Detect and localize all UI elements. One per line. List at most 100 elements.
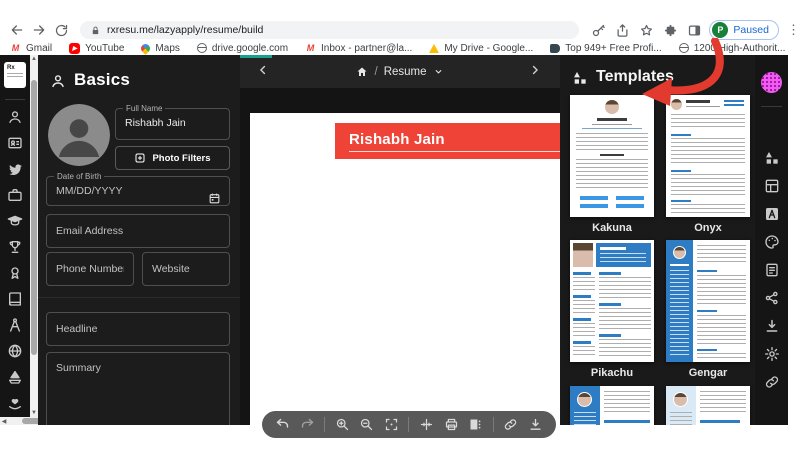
scroll-down-arrow[interactable]: ▼ <box>30 409 38 417</box>
awards-trophy-icon[interactable] <box>7 239 23 255</box>
layouts-grid-icon[interactable] <box>764 178 780 194</box>
banner-underline <box>349 151 560 152</box>
home-icon[interactable] <box>356 66 368 78</box>
bookmark-my-drive[interactable]: My Drive - Google... <box>429 43 533 54</box>
screenshot-root: rxresu.me/lazyapply/resume/build P Pause… <box>0 0 800 449</box>
prev-page-chevron-icon[interactable] <box>256 63 272 79</box>
website-input[interactable] <box>143 263 229 275</box>
full-name-input[interactable] <box>116 116 229 134</box>
photo-filters-button[interactable]: Photo Filters <box>115 146 230 170</box>
profiles-idcard-icon[interactable] <box>7 135 23 151</box>
template-thumbnail-onyx[interactable] <box>666 95 750 217</box>
extensions-puzzle-icon[interactable] <box>661 21 679 39</box>
theme-palette-icon[interactable] <box>764 234 780 250</box>
template-card-partial <box>570 386 654 425</box>
template-thumbnail-pikachu[interactable] <box>570 240 654 362</box>
template-card-onyx: Onyx <box>666 95 750 234</box>
languages-globe-icon[interactable] <box>7 343 23 359</box>
template-thumbnail-kakuna[interactable] <box>570 95 654 217</box>
reload-button[interactable] <box>50 19 72 41</box>
basics-panel: Basics Full Name Photo Filters Date of B… <box>38 55 240 425</box>
headline-field <box>46 312 230 346</box>
publications-book-icon[interactable] <box>7 291 23 307</box>
references-handheart-icon[interactable] <box>7 395 23 411</box>
forward-button[interactable] <box>28 19 50 41</box>
templates-shapes-icon[interactable] <box>764 150 780 166</box>
bookmark-top-free[interactable]: Top 949+ Free Profi... <box>550 43 661 54</box>
breadcrumb-resume[interactable]: Resume <box>384 66 427 78</box>
browser-menu-icon[interactable]: ⋮ <box>787 22 800 38</box>
date-of-birth-input[interactable] <box>47 184 197 202</box>
address-bar[interactable]: rxresu.me/lazyapply/resume/build <box>80 21 579 39</box>
basics-user-icon[interactable] <box>7 109 23 125</box>
center-artboard-icon[interactable] <box>384 417 399 432</box>
undo-icon[interactable] <box>275 417 290 432</box>
zoom-in-icon[interactable] <box>335 417 350 432</box>
copy-link-icon[interactable] <box>503 417 518 432</box>
gmail-icon: M <box>305 43 316 54</box>
app-logo[interactable]: Rx <box>4 62 26 88</box>
skills-compass-icon[interactable] <box>7 317 23 333</box>
print-icon[interactable] <box>444 417 459 432</box>
page-layout-icon[interactable] <box>468 417 483 432</box>
password-key-icon[interactable] <box>589 21 607 39</box>
bookmark-gmail[interactable]: MGmail <box>10 43 52 54</box>
scroll-left-arrow[interactable]: ◀ <box>0 418 8 425</box>
social-twitter-icon[interactable] <box>7 161 23 177</box>
notes-icon[interactable] <box>764 262 780 278</box>
download-icon[interactable] <box>528 417 543 432</box>
headline-input[interactable] <box>47 323 229 335</box>
copy-link-icon[interactable] <box>764 374 780 390</box>
maps-icon <box>140 42 153 55</box>
grid-icon[interactable] <box>419 417 434 432</box>
education-gradcap-icon[interactable] <box>7 213 23 229</box>
chevron-down-icon[interactable] <box>433 66 444 77</box>
side-panel-icon[interactable] <box>685 21 703 39</box>
template-thumbnail-partial[interactable] <box>666 386 750 425</box>
profile-photo-avatar[interactable] <box>48 104 110 166</box>
date-of-birth-label: Date of Birth <box>54 172 104 181</box>
summary-input[interactable] <box>47 353 229 407</box>
full-name-field: Full Name <box>115 104 230 140</box>
divider <box>324 417 325 432</box>
template-card-gengar: Gengar <box>666 240 750 379</box>
phone-input[interactable] <box>47 263 133 275</box>
bookmark-high-authority[interactable]: 1200 High-Authorit... <box>679 43 786 54</box>
scroll-up-arrow[interactable]: ▲ <box>30 55 38 63</box>
typography-icon[interactable] <box>764 206 780 222</box>
zoom-out-icon[interactable] <box>359 417 374 432</box>
profile-chip[interactable]: P Paused <box>709 20 779 40</box>
export-download-icon[interactable] <box>764 318 780 334</box>
website-field <box>142 252 230 286</box>
calendar-icon[interactable] <box>208 192 221 205</box>
bookmark-drive-site[interactable]: drive.google.com <box>197 43 288 54</box>
back-button[interactable] <box>6 19 28 41</box>
globe-icon <box>679 43 689 53</box>
resume-name-banner: Rishabh Jain <box>335 123 560 159</box>
bookmark-inbox[interactable]: MInbox - partner@la... <box>305 43 412 54</box>
certifications-award-icon[interactable] <box>7 265 23 281</box>
vertical-scrollbar-thumb[interactable] <box>31 80 37 355</box>
email-input[interactable] <box>47 225 229 237</box>
preview-topbar: / Resume <box>240 55 560 88</box>
vertical-scrollbar[interactable]: ▲ ▼ <box>30 55 38 417</box>
megaphone-icon <box>550 44 560 53</box>
bookmark-maps[interactable]: Maps <box>141 43 179 54</box>
thumb-photo <box>605 100 619 114</box>
bookmark-star-icon[interactable] <box>637 21 655 39</box>
share-icon[interactable] <box>613 21 631 39</box>
sharing-icon[interactable] <box>764 290 780 306</box>
globe-icon <box>197 43 207 53</box>
template-thumbnail-partial[interactable] <box>570 386 654 425</box>
hobbies-boat-icon[interactable] <box>7 369 23 385</box>
template-card-pikachu: Pikachu <box>570 240 654 379</box>
resume-name-heading: Rishabh Jain <box>335 123 560 148</box>
summary-field <box>46 352 230 425</box>
work-briefcase-icon[interactable] <box>7 187 23 203</box>
next-page-chevron-icon[interactable] <box>528 63 544 79</box>
user-avatar[interactable] <box>761 72 782 93</box>
bookmark-youtube[interactable]: ▶YouTube <box>69 43 124 54</box>
settings-gear-icon[interactable] <box>764 346 780 362</box>
redo-icon[interactable] <box>300 417 315 432</box>
template-thumbnail-gengar[interactable] <box>666 240 750 362</box>
